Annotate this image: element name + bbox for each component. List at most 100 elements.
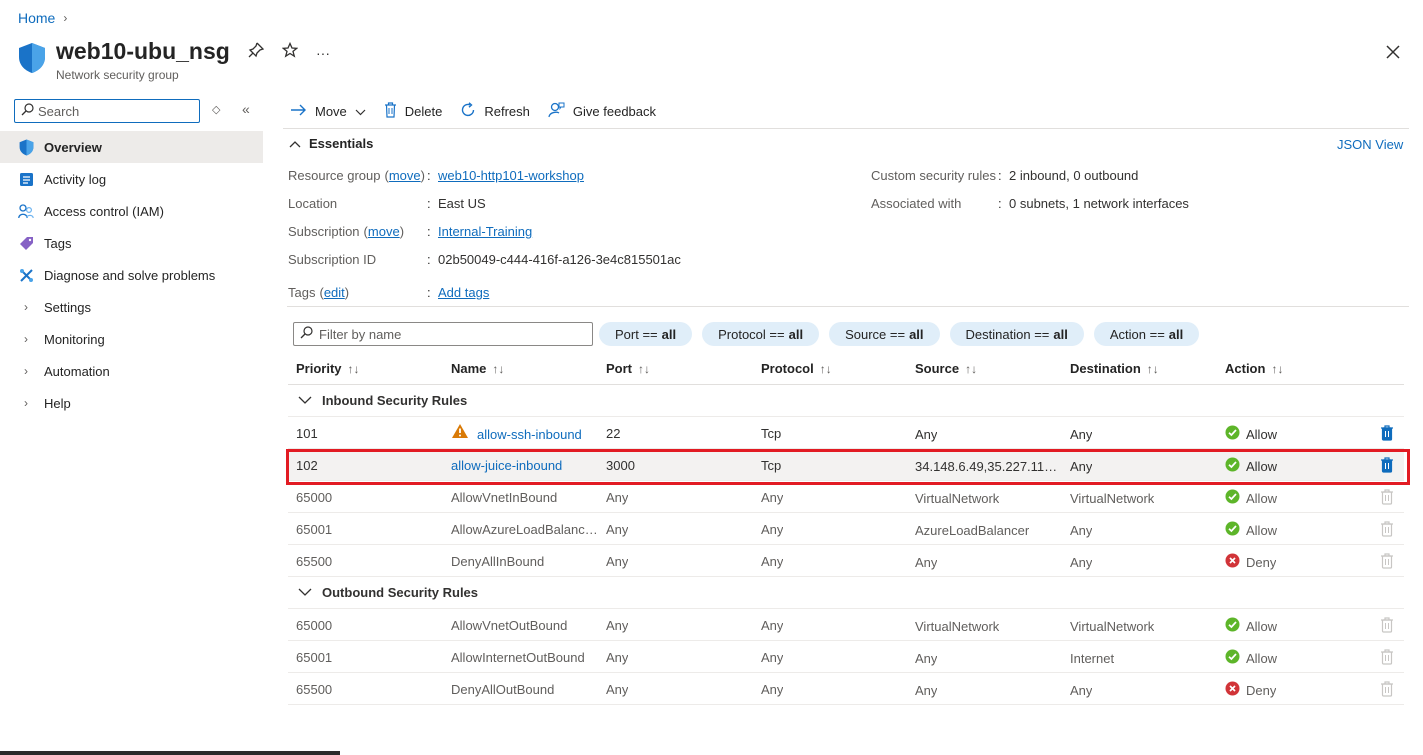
tag-icon [18,235,34,251]
rule-name[interactable]: allow-ssh-inbound [477,427,582,442]
breadcrumb: Home › [18,10,67,26]
subscription-label: Subscription [288,224,360,239]
sidebar-item-activity-log[interactable]: Activity log [0,163,263,195]
sidebar-item-help[interactable]: › Help [0,387,263,419]
pill-value: all [1053,326,1068,342]
column-header-port[interactable]: Port ↑↓ [606,361,650,376]
subscription-move-link[interactable]: move [368,224,400,239]
column-header-protocol[interactable]: Protocol ↑↓ [761,361,832,376]
sidebar-search-input[interactable] [38,103,188,119]
breadcrumb-home-link[interactable]: Home [18,10,55,26]
column-header-source[interactable]: Source ↑↓ [915,361,977,376]
table-row[interactable]: 65000 AllowVnetInBound Any Any VirtualNetwor… [288,481,1404,513]
cell-port: Any [606,522,629,537]
essentials-toggle[interactable]: Essentials [289,136,373,151]
tags-label: Tags [288,285,316,300]
delete-rule-icon [1380,553,1394,569]
sidebar-item-monitoring[interactable]: › Monitoring [0,323,263,355]
star-icon[interactable] [281,41,299,63]
cell-name[interactable]: allow-juice-inbound [451,458,562,473]
close-icon[interactable] [1383,42,1403,62]
give-feedback-button[interactable]: Give feedback [548,101,656,121]
column-header-action[interactable]: Action ↑↓ [1225,361,1283,376]
pin-icon[interactable] [248,42,265,63]
delete-rule-icon[interactable] [1380,457,1394,473]
sidebar-search[interactable] [14,99,200,123]
cell-port: Any [606,618,629,633]
tags-edit-link[interactable]: edit [324,285,345,300]
taskbar-strip [0,751,340,755]
check-circle-icon [1225,649,1240,667]
table-row[interactable]: 65001 AllowAzureLoadBalanc… Any Any AzureLoa… [288,513,1404,545]
resource-group-row: Resource group (move) [288,168,425,183]
colon: : [427,285,431,300]
colon: : [998,168,1002,183]
move-button[interactable]: Move [290,101,366,121]
cell-source: Any [915,651,938,666]
filter-by-name[interactable] [293,322,593,346]
sidebar-item-iam[interactable]: Access control (IAM) [0,195,263,227]
protocol-filter-pill[interactable]: Protocol == all [702,322,820,346]
cell-name[interactable]: allow-ssh-inbound [451,423,582,442]
sidebar-item-settings[interactable]: › Settings [0,291,263,323]
table-row[interactable]: 101 allow-ssh-inbound 22 Tcp Any Any Allow [288,417,1404,449]
cell-port: 3000 [606,458,635,473]
chevron-down-icon [298,393,312,408]
add-tags-link[interactable]: Add tags [438,285,489,300]
delete-button[interactable]: Delete [384,101,442,121]
custom-rules-label: Custom security rules [871,168,996,183]
rule-name: AllowAzureLoadBalanc… [451,522,596,537]
cell-name: DenyAllOutBound [451,682,554,697]
subscription-link[interactable]: Internal-Training [438,224,532,239]
sidebar-item-label: Diagnose and solve problems [44,267,216,283]
divider [287,306,1409,307]
page-subtitle: Network security group [56,68,179,82]
json-view-link[interactable]: JSON View [1337,137,1403,152]
source-filter-pill[interactable]: Source == all [829,322,940,346]
sidebar-item-overview[interactable]: Overview [0,131,263,163]
table-row[interactable]: 65500 DenyAllInBound Any Any Any Any Deny [288,545,1404,577]
more-options-button[interactable]: ··· [316,45,330,61]
column-header-destination[interactable]: Destination ↑↓ [1070,361,1159,376]
trash-icon [384,101,397,121]
resource-group-move-link[interactable]: move [389,168,421,183]
group-header-outbound[interactable]: Outbound Security Rules [288,577,1404,609]
cell-priority: 101 [296,426,318,441]
table-row[interactable]: 65000 AllowVnetOutBound Any Any VirtualNetwo… [288,609,1404,641]
refresh-button[interactable]: Refresh [460,101,530,121]
cell-destination: Any [1070,683,1093,698]
cell-port: Any [606,490,629,505]
command-bar: Move Delete Refresh Give feedback [290,101,656,121]
rule-name[interactable]: allow-juice-inbound [451,458,562,473]
cell-source: VirtualNetwork [915,491,1000,506]
cell-protocol: Tcp [761,426,782,441]
table-row[interactable]: 102 allow-juice-inbound 3000 Tcp 34.148.6.49… [288,449,1404,481]
expand-collapse-icon[interactable]: ◇ [212,103,220,116]
delete-rule-icon[interactable] [1380,425,1394,441]
filter-input[interactable] [319,326,579,342]
sort-icon: ↑↓ [965,362,978,376]
column-header-priority[interactable]: Priority ↑↓ [296,361,360,376]
port-filter-pill[interactable]: Port == all [599,322,693,346]
chevron-down-icon [298,585,312,600]
custom-rules-value: 2 inbound, 0 outbound [1009,168,1139,183]
table-row[interactable]: 65500 DenyAllOutBound Any Any Any Any Deny [288,673,1404,705]
column-header-name[interactable]: Name ↑↓ [451,361,504,376]
cell-protocol: Tcp [761,458,782,473]
action-filter-pill[interactable]: Action == all [1093,322,1200,346]
resource-group-link[interactable]: web10-http101-workshop [438,168,584,183]
sidebar-item-label: Tags [44,235,72,251]
sidebar-item-label: Overview [44,139,102,155]
sidebar-item-automation[interactable]: › Automation [0,355,263,387]
cell-priority: 65000 [296,490,333,505]
destination-filter-pill[interactable]: Destination == all [949,322,1084,346]
table-row[interactable]: 65001 AllowInternetOutBound Any Any Any Inter… [288,641,1404,673]
sidebar-item-diagnose[interactable]: Diagnose and solve problems [0,259,263,291]
pill-key: Port == [615,326,658,342]
group-header-inbound[interactable]: Inbound Security Rules [288,385,1404,417]
chevron-right-icon: › [24,300,28,314]
people-icon [18,203,34,219]
sidebar-item-tags[interactable]: Tags [0,227,263,259]
cell-source: VirtualNetwork [915,619,1000,634]
collapse-sidebar-icon[interactable]: « [242,101,250,117]
